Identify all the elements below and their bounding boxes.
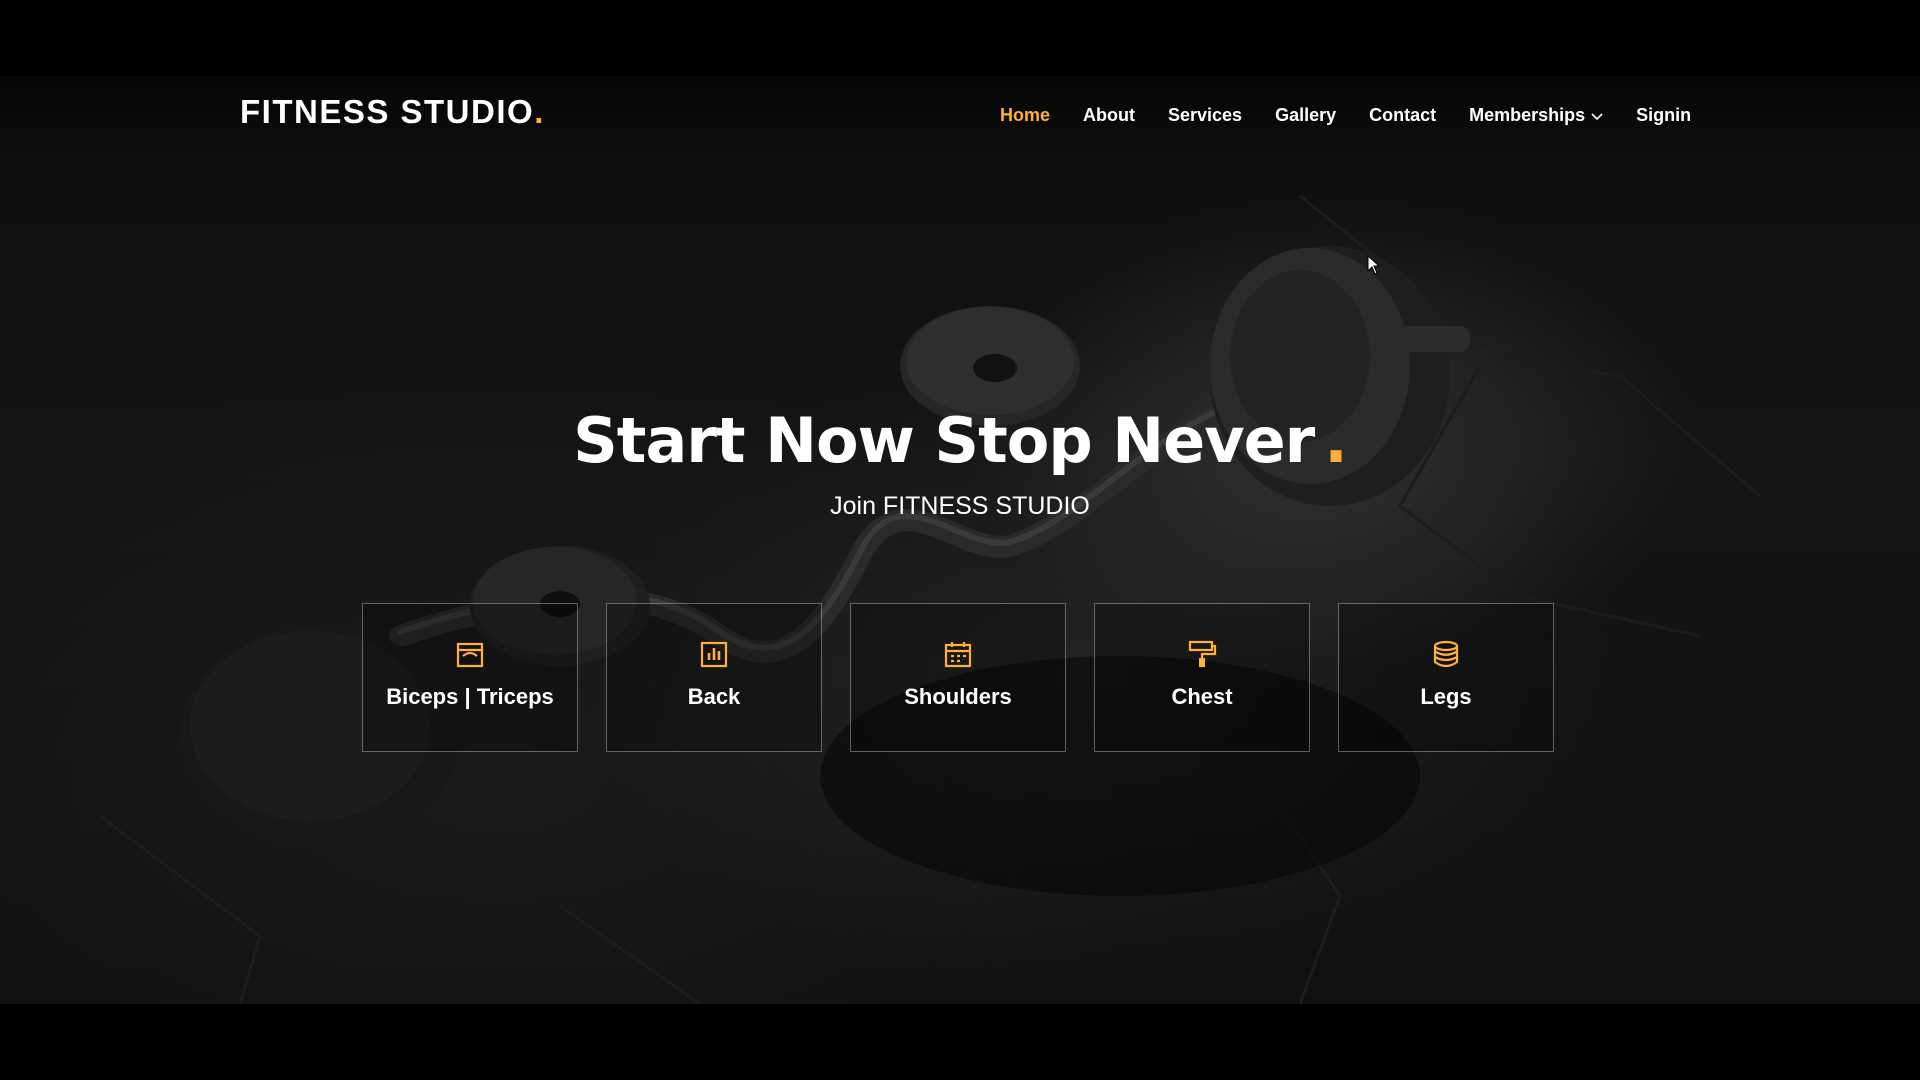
hero-title-dot: .	[1324, 404, 1348, 477]
database-icon	[1433, 640, 1459, 668]
brand-logo[interactable]: FITNESS STUDIO.	[240, 93, 545, 131]
dumbbell-background-image	[99, 194, 1761, 1004]
brand-name: FITNESS STUDIO	[240, 93, 535, 130]
category-cards: Biceps | Triceps Back Shoulders Chest Le…	[362, 603, 1554, 752]
category-card-biceps-triceps[interactable]: Biceps | Triceps	[362, 603, 578, 752]
hero-title-text: Start Now Stop Never	[573, 404, 1315, 477]
paint-roller-icon	[1188, 640, 1217, 667]
nav-item-services[interactable]: Services	[1168, 105, 1242, 126]
category-card-back[interactable]: Back	[606, 603, 822, 752]
category-card-shoulders[interactable]: Shoulders	[850, 603, 1066, 752]
nav-item-memberships-label: Memberships	[1469, 104, 1586, 125]
hero-title: Start Now Stop Never.	[0, 404, 1920, 477]
calendar-icon	[944, 642, 972, 668]
nav-item-contact[interactable]: Contact	[1369, 105, 1436, 126]
mouse-cursor-icon	[1367, 255, 1381, 275]
category-label: Chest	[1171, 684, 1233, 709]
nav-item-gallery[interactable]: Gallery	[1275, 105, 1336, 126]
category-card-legs[interactable]: Legs	[1338, 603, 1554, 752]
chevron-down-icon	[1591, 105, 1603, 126]
brand-dot: .	[534, 93, 545, 130]
hero-subtitle: Join FITNESS STUDIO	[830, 492, 1090, 520]
store-icon	[456, 642, 484, 668]
category-label: Back	[687, 684, 741, 709]
category-label: Legs	[1420, 684, 1472, 709]
nav-item-memberships[interactable]: Memberships	[1469, 105, 1603, 126]
nav-item-about[interactable]: About	[1083, 105, 1135, 126]
main-nav: Home About Services Gallery Contact Memb…	[1000, 102, 1691, 128]
category-card-chest[interactable]: Chest	[1094, 603, 1310, 752]
hero-background	[0, 76, 1920, 1004]
nav-item-signin[interactable]: Signin	[1636, 105, 1691, 126]
category-label: Shoulders	[904, 684, 1012, 709]
category-label: Biceps | Triceps	[386, 684, 554, 709]
nav-item-home[interactable]: Home	[1000, 105, 1050, 126]
bar-chart-icon	[700, 641, 728, 668]
